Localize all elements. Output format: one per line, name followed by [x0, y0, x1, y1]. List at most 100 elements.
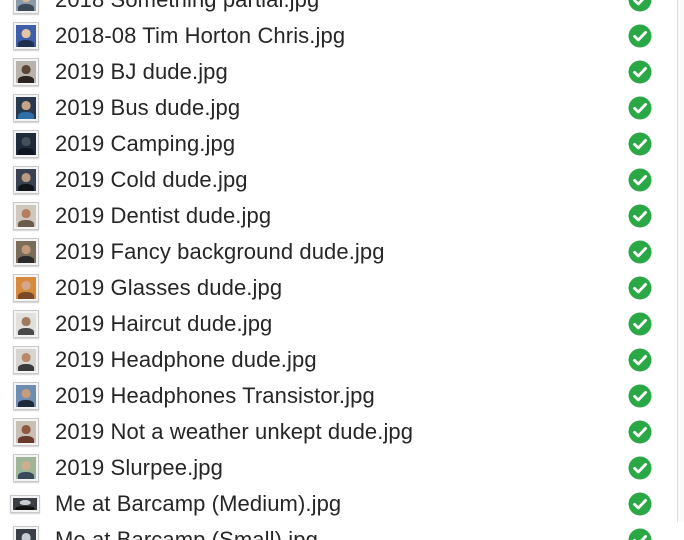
- file-thumbnail: [13, 22, 39, 50]
- checkmark-circle-icon: [628, 0, 652, 12]
- thumbnail-head: [22, 425, 31, 434]
- thumbnail-torso: [18, 148, 34, 155]
- thumbnail-photo: [16, 169, 36, 191]
- checkmark-circle-icon: [628, 528, 652, 540]
- thumbnail-head: [22, 173, 31, 182]
- file-row[interactable]: 2019 BJ dude.jpg: [0, 54, 678, 90]
- file-name: 2019 Headphones Transistor.jpg: [55, 378, 375, 414]
- thumbnail-photo: [16, 205, 36, 227]
- checkmark-circle-icon: [628, 348, 652, 372]
- thumbnail-torso: [18, 76, 34, 83]
- file-name: 2019 Haircut dude.jpg: [55, 306, 272, 342]
- checkmark-circle-icon: [628, 60, 652, 84]
- file-row[interactable]: 2019 Headphones Transistor.jpg: [0, 378, 678, 414]
- thumbnail-head: [22, 281, 31, 290]
- checkmark-circle-icon: [628, 168, 652, 192]
- file-name: 2019 Bus dude.jpg: [55, 90, 240, 126]
- file-row[interactable]: 2019 Slurpee.jpg: [0, 450, 678, 486]
- thumbnail-head: [22, 461, 31, 470]
- thumbnail-head: [22, 533, 31, 540]
- thumbnail-head: [22, 29, 31, 38]
- window-right-edge: [677, 0, 684, 522]
- thumbnail-torso: [18, 400, 34, 407]
- file-row[interactable]: 2019 Headphone dude.jpg: [0, 342, 678, 378]
- file-row[interactable]: 2018-08 Tim Horton Chris.jpg: [0, 18, 678, 54]
- thumbnail-torso: [18, 364, 34, 371]
- thumbnail-torso: [18, 436, 34, 443]
- thumbnail-photo: [16, 457, 36, 479]
- file-name: Me at Barcamp (Small).jpg: [55, 522, 318, 540]
- thumbnail-head: [22, 245, 31, 254]
- thumbnail-head: [22, 317, 31, 326]
- file-name: 2018-08 Tim Horton Chris.jpg: [55, 18, 345, 54]
- thumbnail-photo: [16, 97, 36, 119]
- thumbnail-torso: [15, 506, 34, 510]
- thumbnail-torso: [18, 184, 34, 191]
- file-row[interactable]: 2019 Glasses dude.jpg: [0, 270, 678, 306]
- thumbnail-photo: [16, 61, 36, 83]
- file-thumbnail: [10, 495, 40, 513]
- thumbnail-head: [22, 137, 31, 146]
- thumbnail-torso: [18, 472, 34, 479]
- checkmark-circle-icon: [628, 240, 652, 264]
- file-row[interactable]: 2018 Something partial.jpg: [0, 0, 678, 18]
- file-thumbnail: [13, 382, 39, 410]
- file-name: 2019 Camping.jpg: [55, 126, 235, 162]
- thumbnail-photo: [13, 498, 37, 510]
- file-row[interactable]: Me at Barcamp (Medium).jpg: [0, 486, 678, 522]
- file-row[interactable]: 2019 Camping.jpg: [0, 126, 678, 162]
- checkmark-circle-icon: [628, 96, 652, 120]
- checkmark-circle-icon: [628, 24, 652, 48]
- file-row[interactable]: 2019 Dentist dude.jpg: [0, 198, 678, 234]
- checkmark-circle-icon: [628, 312, 652, 336]
- file-name: 2019 Fancy background dude.jpg: [55, 234, 385, 270]
- file-thumbnail: [13, 166, 39, 194]
- thumbnail-head: [22, 65, 31, 74]
- thumbnail-head: [22, 101, 31, 110]
- file-thumbnail: [13, 454, 39, 482]
- file-row[interactable]: 2019 Fancy background dude.jpg: [0, 234, 678, 270]
- file-row[interactable]: Me at Barcamp (Small).jpg: [0, 522, 678, 540]
- file-thumbnail: [13, 130, 39, 158]
- thumbnail-torso: [18, 220, 34, 227]
- thumbnail-torso: [18, 40, 34, 47]
- file-list: 2018 Something partial.jpg 2018-08 Tim H…: [0, 0, 678, 540]
- file-name: 2019 Headphone dude.jpg: [55, 342, 317, 378]
- file-name: 2019 Glasses dude.jpg: [55, 270, 282, 306]
- file-thumbnail: [13, 310, 39, 338]
- checkmark-circle-icon: [628, 384, 652, 408]
- thumbnail-photo: [16, 421, 36, 443]
- file-thumbnail: [13, 202, 39, 230]
- file-thumbnail: [13, 94, 39, 122]
- thumbnail-torso: [18, 112, 34, 119]
- checkmark-circle-icon: [628, 456, 652, 480]
- file-name: 2019 Cold dude.jpg: [55, 162, 248, 198]
- file-thumbnail: [13, 526, 39, 540]
- thumbnail-head: [22, 0, 31, 2]
- file-name: 2019 Not a weather unkept dude.jpg: [55, 414, 413, 450]
- file-row[interactable]: 2019 Bus dude.jpg: [0, 90, 678, 126]
- file-thumbnail: [13, 0, 39, 14]
- thumbnail-torso: [18, 328, 34, 335]
- thumbnail-photo: [16, 133, 36, 155]
- thumbnail-photo: [16, 385, 36, 407]
- thumbnail-head: [22, 389, 31, 398]
- file-name: 2018 Something partial.jpg: [55, 0, 319, 18]
- checkmark-circle-icon: [628, 420, 652, 444]
- thumbnail-photo: [16, 313, 36, 335]
- thumbnail-head: [22, 353, 31, 362]
- thumbnail-torso: [18, 4, 34, 11]
- file-thumbnail: [13, 274, 39, 302]
- thumbnail-torso: [18, 256, 34, 263]
- thumbnail-photo: [16, 277, 36, 299]
- thumbnail-photo: [16, 25, 36, 47]
- thumbnail-head: [22, 209, 31, 218]
- thumbnail-photo: [16, 241, 36, 263]
- file-row[interactable]: 2019 Cold dude.jpg: [0, 162, 678, 198]
- file-thumbnail: [13, 58, 39, 86]
- file-name: 2019 Slurpee.jpg: [55, 450, 223, 486]
- file-row[interactable]: 2019 Not a weather unkept dude.jpg: [0, 414, 678, 450]
- file-name: 2019 Dentist dude.jpg: [55, 198, 271, 234]
- file-row[interactable]: 2019 Haircut dude.jpg: [0, 306, 678, 342]
- thumbnail-head: [20, 500, 31, 505]
